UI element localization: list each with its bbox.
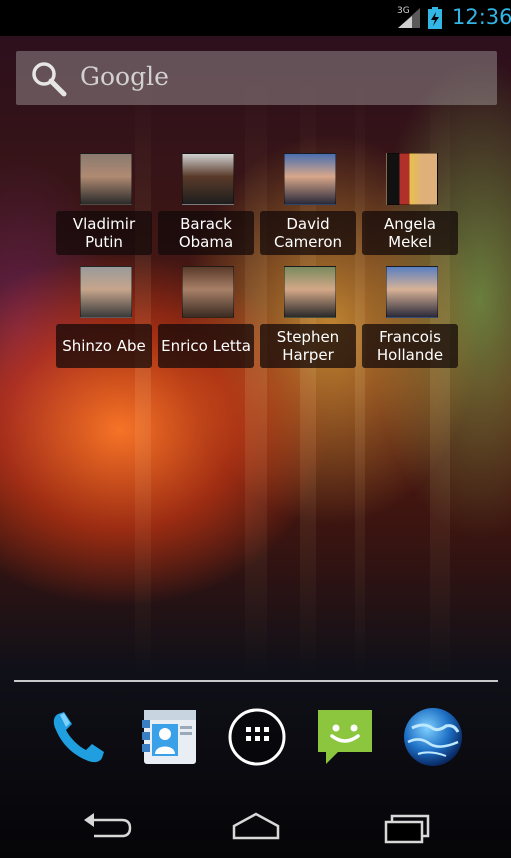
contact-photo <box>284 153 336 205</box>
contact-photo <box>182 153 234 205</box>
clock: 12:36 <box>452 5 511 29</box>
browser-globe-icon[interactable] <box>402 706 464 768</box>
contact-photo <box>182 266 234 318</box>
battery-charging-icon <box>428 7 442 29</box>
home-button[interactable] <box>226 806 286 846</box>
contact-name: Francois Hollande <box>362 324 458 368</box>
phone-icon[interactable] <box>48 706 110 768</box>
app-drawer-icon[interactable] <box>226 706 288 768</box>
contact-name: Shinzo Abe <box>56 324 152 368</box>
back-button[interactable] <box>78 806 138 846</box>
recent-apps-button[interactable] <box>378 806 438 846</box>
contact-name: David Cameron <box>260 211 356 255</box>
dock-divider <box>14 680 498 682</box>
messaging-icon[interactable] <box>314 706 376 768</box>
status-bar: 3G 12:36 <box>0 0 511 36</box>
contact-name: Angela Mekel <box>362 211 458 255</box>
signal-strength-icon <box>398 8 420 28</box>
contact-photo <box>80 153 132 205</box>
google-search-bar[interactable]: Google <box>16 51 497 105</box>
search-label: Google <box>80 62 169 91</box>
contact-name: Stephen Harper <box>260 324 356 368</box>
contact-name: Barack Obama <box>158 211 254 255</box>
contact-photo <box>80 266 132 318</box>
contact-photo <box>386 266 438 318</box>
search-icon <box>32 62 67 97</box>
contact-photo <box>284 266 336 318</box>
contacts-app-icon[interactable] <box>138 706 200 768</box>
contact-photo <box>386 153 438 205</box>
contact-name: Vladimir Putin <box>56 211 152 255</box>
contact-name: Enrico Letta <box>158 324 254 368</box>
